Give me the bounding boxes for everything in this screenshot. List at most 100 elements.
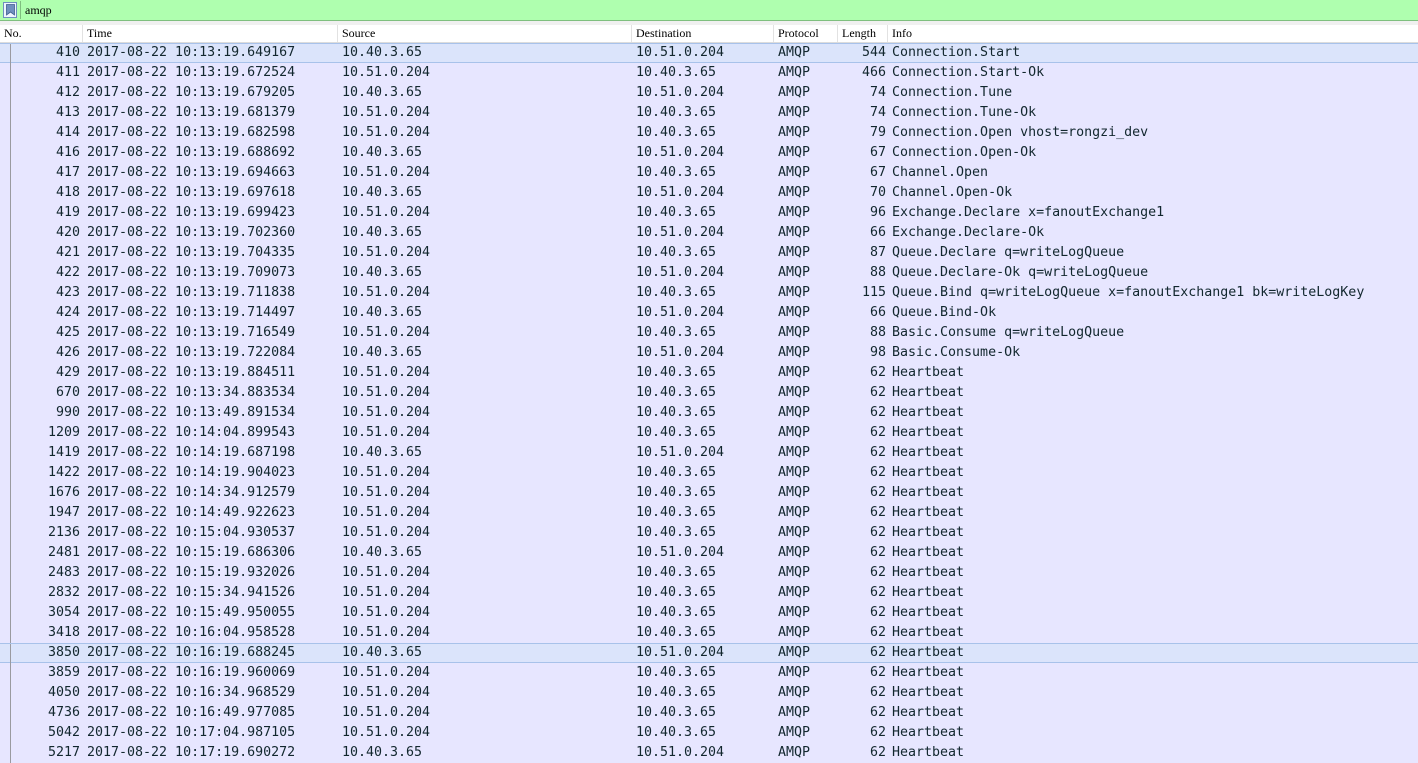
packet-length: 62	[869, 625, 886, 640]
packet-length: 62	[869, 585, 886, 600]
packet-info: Basic.Consume-Ok	[892, 345, 1021, 360]
packet-time: 2017-08-22 10:14:19.904023	[87, 465, 296, 480]
packet-row[interactable]: 422 2017-08-22 10:13:19.709073 10.40.3.65 1…	[0, 263, 1418, 283]
packet-length: 87	[869, 245, 886, 260]
packet-row[interactable]: 3850 2017-08-22 10:16:19.688245 10.40.3.65…	[0, 643, 1418, 664]
packet-row[interactable]: 411 2017-08-22 10:13:19.672524 10.51.0.204…	[0, 63, 1418, 83]
packet-source: 10.40.3.65	[342, 545, 423, 560]
column-header-destination[interactable]: Destination	[632, 25, 774, 42]
packet-row[interactable]: 429 2017-08-22 10:13:19.884511 10.51.0.204…	[0, 363, 1418, 383]
column-header-protocol[interactable]: Protocol	[774, 25, 838, 42]
column-header-length[interactable]: Length	[838, 25, 888, 42]
packet-row[interactable]: 1422 2017-08-22 10:14:19.904023 10.51.0.20…	[0, 463, 1418, 483]
packet-destination: 10.40.3.65	[636, 525, 717, 540]
packet-number: 419	[55, 205, 80, 220]
packet-source: 10.40.3.65	[342, 445, 423, 460]
packet-row[interactable]: 5217 2017-08-22 10:17:19.690272 10.40.3.65…	[0, 743, 1418, 763]
packet-row[interactable]: 2832 2017-08-22 10:15:34.941526 10.51.0.20…	[0, 583, 1418, 603]
packet-time: 2017-08-22 10:13:49.891534	[87, 405, 296, 420]
packet-source: 10.51.0.204	[342, 285, 431, 300]
packet-length: 62	[869, 485, 886, 500]
packet-time: 2017-08-22 10:16:34.968529	[87, 685, 296, 700]
packet-number: 2483	[47, 565, 80, 580]
packet-time: 2017-08-22 10:17:19.690272	[87, 745, 296, 760]
packet-length: 62	[869, 545, 886, 560]
packet-row[interactable]: 4736 2017-08-22 10:16:49.977085 10.51.0.20…	[0, 703, 1418, 723]
packet-protocol: AMQP	[778, 605, 811, 620]
packet-protocol: AMQP	[778, 265, 811, 280]
packet-source: 10.51.0.204	[342, 325, 431, 340]
column-header-no[interactable]: No.	[0, 25, 83, 42]
packet-row[interactable]: 3418 2017-08-22 10:16:04.958528 10.51.0.20…	[0, 623, 1418, 643]
packet-source: 10.51.0.204	[342, 525, 431, 540]
packet-row[interactable]: 426 2017-08-22 10:13:19.722084 10.40.3.65 1…	[0, 343, 1418, 363]
packet-row[interactable]: 670 2017-08-22 10:13:34.883534 10.51.0.204…	[0, 383, 1418, 403]
packet-row[interactable]: 4050 2017-08-22 10:16:34.968529 10.51.0.20…	[0, 683, 1418, 703]
packet-row[interactable]: 3054 2017-08-22 10:15:49.950055 10.51.0.20…	[0, 603, 1418, 623]
packet-protocol: AMQP	[778, 405, 811, 420]
packet-row[interactable]: 421 2017-08-22 10:13:19.704335 10.51.0.204…	[0, 243, 1418, 263]
packet-row[interactable]: 1419 2017-08-22 10:14:19.687198 10.40.3.65…	[0, 443, 1418, 463]
packet-length: 62	[869, 605, 886, 620]
packet-row[interactable]: 1676 2017-08-22 10:14:34.912579 10.51.0.20…	[0, 483, 1418, 503]
packet-destination: 10.40.3.65	[636, 125, 717, 140]
packet-row[interactable]: 416 2017-08-22 10:13:19.688692 10.40.3.65 1…	[0, 143, 1418, 163]
packet-source: 10.40.3.65	[342, 85, 423, 100]
packet-row[interactable]: 2481 2017-08-22 10:15:19.686306 10.40.3.65…	[0, 543, 1418, 563]
packet-protocol: AMQP	[778, 585, 811, 600]
packet-row[interactable]: 417 2017-08-22 10:13:19.694663 10.51.0.204…	[0, 163, 1418, 183]
packet-source: 10.51.0.204	[342, 725, 431, 740]
packet-row[interactable]: 418 2017-08-22 10:13:19.697618 10.40.3.65 1…	[0, 183, 1418, 203]
packet-source: 10.40.3.65	[342, 145, 423, 160]
packet-info: Channel.Open	[892, 165, 989, 180]
packet-number: 670	[55, 385, 80, 400]
packet-row[interactable]: 1209 2017-08-22 10:14:04.899543 10.51.0.20…	[0, 423, 1418, 443]
packet-row[interactable]: 1947 2017-08-22 10:14:49.922623 10.51.0.20…	[0, 503, 1418, 523]
packet-number: 418	[55, 185, 80, 200]
packet-protocol: AMQP	[778, 145, 811, 160]
packet-row[interactable]: 414 2017-08-22 10:13:19.682598 10.51.0.204…	[0, 123, 1418, 143]
packet-row[interactable]: 419 2017-08-22 10:13:19.699423 10.51.0.204…	[0, 203, 1418, 223]
packet-source: 10.51.0.204	[342, 425, 431, 440]
packet-number: 416	[55, 145, 80, 160]
packet-protocol: AMQP	[778, 185, 811, 200]
packet-source: 10.51.0.204	[342, 125, 431, 140]
packet-info: Heartbeat	[892, 465, 965, 480]
packet-length: 62	[869, 645, 886, 660]
packet-destination: 10.40.3.65	[636, 325, 717, 340]
packet-row[interactable]: 5042 2017-08-22 10:17:04.987105 10.51.0.20…	[0, 723, 1418, 743]
packet-protocol: AMQP	[778, 565, 811, 580]
packet-protocol: AMQP	[778, 745, 811, 760]
packet-row[interactable]: 413 2017-08-22 10:13:19.681379 10.51.0.204…	[0, 103, 1418, 123]
packet-row[interactable]: 424 2017-08-22 10:13:19.714497 10.40.3.65 1…	[0, 303, 1418, 323]
packet-row[interactable]: 2136 2017-08-22 10:15:04.930537 10.51.0.20…	[0, 523, 1418, 543]
packet-time: 2017-08-22 10:13:34.883534	[87, 385, 296, 400]
column-header-source[interactable]: Source	[338, 25, 632, 42]
packet-protocol: AMQP	[778, 705, 811, 720]
column-header-time[interactable]: Time	[83, 25, 338, 42]
packet-row[interactable]: 2483 2017-08-22 10:15:19.932026 10.51.0.20…	[0, 563, 1418, 583]
packet-number: 426	[55, 345, 80, 360]
packet-row[interactable]: 412 2017-08-22 10:13:19.679205 10.40.3.65 1…	[0, 83, 1418, 103]
packet-time: 2017-08-22 10:16:49.977085	[87, 705, 296, 720]
packet-row[interactable]: 3859 2017-08-22 10:16:19.960069 10.51.0.20…	[0, 663, 1418, 683]
column-header-info[interactable]: Info	[888, 25, 1418, 42]
filter-bookmark-button[interactable]	[3, 2, 17, 18]
packet-number: 420	[55, 225, 80, 240]
packet-protocol: AMQP	[778, 125, 811, 140]
packet-number: 414	[55, 125, 80, 140]
packet-time: 2017-08-22 10:13:19.711838	[87, 285, 296, 300]
packet-info: Queue.Bind q=writeLogQueue x=fanoutExcha…	[892, 285, 1365, 300]
packet-source: 10.51.0.204	[342, 405, 431, 420]
packet-row[interactable]: 425 2017-08-22 10:13:19.716549 10.51.0.204…	[0, 323, 1418, 343]
packet-row[interactable]: 990 2017-08-22 10:13:49.891534 10.51.0.204…	[0, 403, 1418, 423]
packet-protocol: AMQP	[778, 525, 811, 540]
packet-row[interactable]: 420 2017-08-22 10:13:19.702360 10.40.3.65 1…	[0, 223, 1418, 243]
packet-length: 62	[869, 445, 886, 460]
packet-row[interactable]: 410 2017-08-22 10:13:19.649167 10.40.3.65 1…	[0, 43, 1418, 64]
display-filter-input[interactable]	[20, 1, 1416, 19]
packet-info: Heartbeat	[892, 705, 965, 720]
packet-destination: 10.51.0.204	[636, 345, 725, 360]
packet-row[interactable]: 423 2017-08-22 10:13:19.711838 10.51.0.204…	[0, 283, 1418, 303]
packet-destination: 10.40.3.65	[636, 625, 717, 640]
